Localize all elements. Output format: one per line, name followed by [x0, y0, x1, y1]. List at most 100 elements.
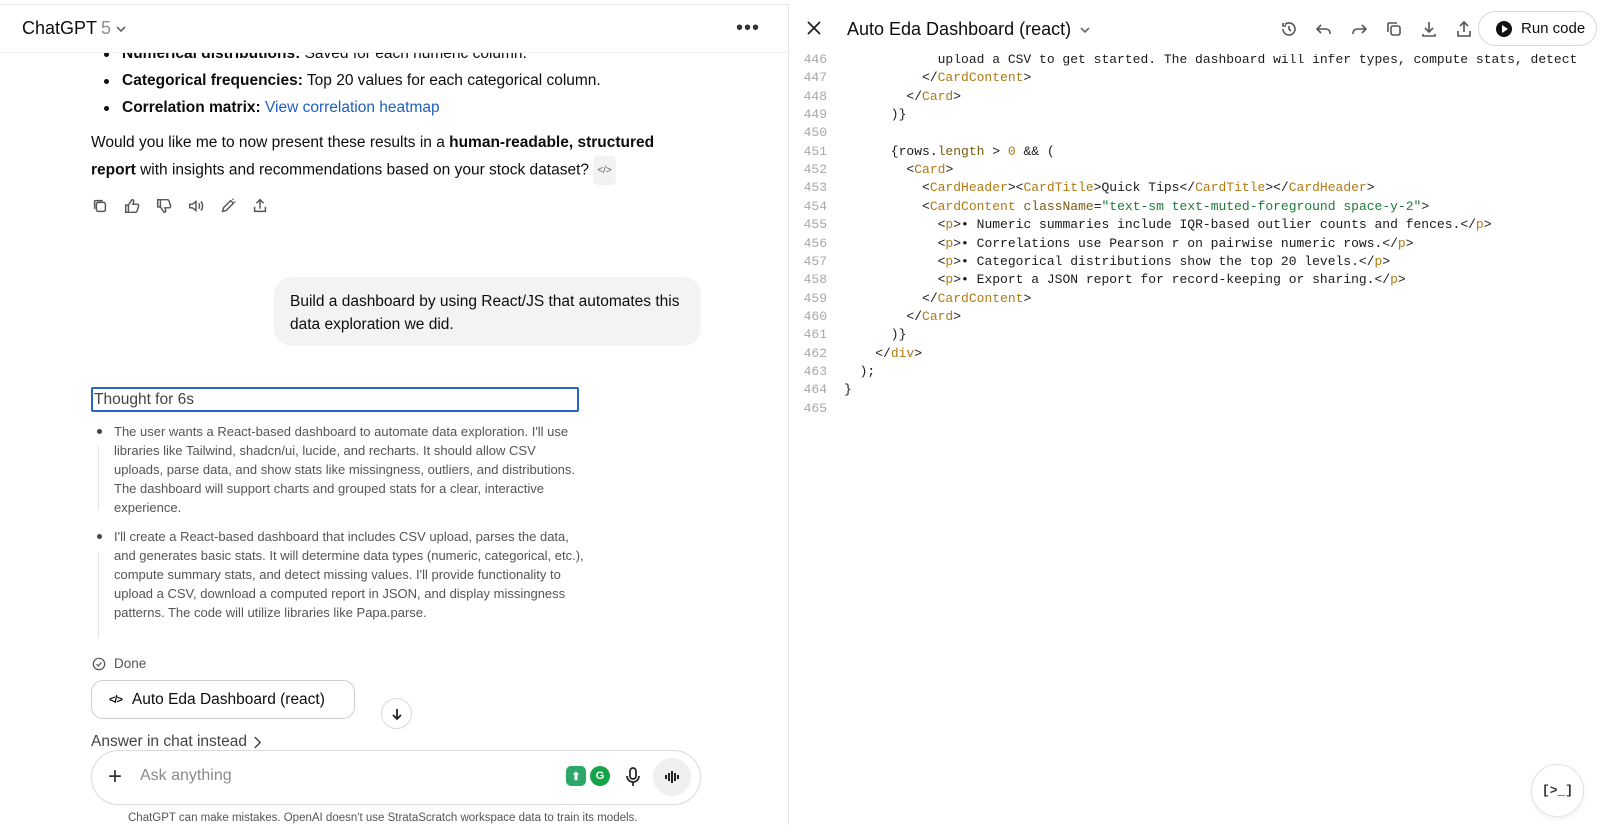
code-text: <p>• Categorical distributions show the …: [844, 253, 1391, 269]
scroll-to-bottom-button[interactable]: [381, 698, 412, 729]
chevron-down-icon: [116, 25, 126, 32]
model-version: 5: [101, 18, 112, 38]
model-name: ChatGPT: [22, 18, 98, 38]
done-status: Done: [92, 656, 146, 671]
line-number: 452: [803, 162, 827, 178]
play-icon: [1496, 20, 1512, 37]
model-switcher[interactable]: ChatGPT 5: [22, 18, 127, 39]
canvas-toolbar: [1278, 18, 1474, 39]
code-line[interactable]: 451 {rows.length > 0 && (: [789, 142, 1055, 161]
reasoning-rail: [98, 446, 99, 510]
code-line[interactable]: 463 );: [789, 362, 876, 381]
disclaimer-text: ChatGPT can make mistakes. OpenAI doesn'…: [128, 812, 638, 824]
code-line[interactable]: 460 </Card>: [789, 307, 961, 326]
code-line[interactable]: 459 </CardContent>: [789, 289, 1032, 308]
grammarly-icon[interactable]: G: [590, 766, 610, 786]
code-text: <p>• Export a JSON report for record-kee…: [844, 272, 1406, 288]
canvas-title[interactable]: Auto Eda Dashboard (react): [847, 19, 1091, 40]
code-line[interactable]: 454 <CardContent className="text-sm text…: [789, 197, 1430, 216]
thumbs-up-icon[interactable]: [122, 196, 142, 216]
chat-input[interactable]: [140, 767, 490, 785]
line-number: 449: [803, 107, 827, 123]
answer-in-chat-link[interactable]: Answer in chat instead: [91, 733, 262, 751]
copy-icon[interactable]: [90, 196, 110, 216]
code-line[interactable]: 453 <CardHeader><CardTitle>Quick Tips</C…: [789, 178, 1375, 197]
reasoning-step: I'll create a React-based dashboard that…: [97, 529, 584, 620]
code-chip[interactable]: </>: [593, 156, 616, 185]
list-item: Categorical frequencies: Top 20 values f…: [104, 70, 601, 92]
reasoning-rail: [98, 552, 99, 638]
canvas-header: Auto Eda Dashboard (react) Run code: [789, 4, 1600, 54]
thumbs-down-icon[interactable]: [154, 196, 174, 216]
correlation-heatmap-link[interactable]: View correlation heatmap: [265, 99, 440, 116]
canvas-pane: 446 upload a CSV to get started. The das…: [789, 4, 1600, 825]
microphone-icon[interactable]: [623, 766, 643, 793]
line-number: 456: [803, 235, 827, 251]
line-number: 454: [803, 198, 827, 214]
code-text: <p>• Correlations use Pearson r on pairw…: [844, 235, 1414, 251]
plus-icon[interactable]: +: [108, 765, 122, 789]
line-number: 465: [803, 400, 827, 416]
console-button[interactable]: [>_]: [1531, 764, 1584, 817]
code-text: <Card>: [844, 162, 954, 178]
code-text: </Card>: [844, 308, 962, 324]
share-icon[interactable]: [250, 196, 270, 216]
line-number: 458: [803, 272, 827, 288]
download-icon[interactable]: [1418, 18, 1439, 39]
code-text: </CardContent>: [844, 70, 1032, 86]
check-circle-icon: [92, 657, 106, 670]
code-text: );: [844, 363, 876, 379]
line-number: 464: [803, 382, 827, 398]
artifact-button[interactable]: </> Auto Eda Dashboard (react): [91, 680, 355, 719]
para-text: Would you like me to now present these r…: [91, 134, 450, 151]
voice-mode-button[interactable]: [653, 758, 691, 796]
line-number: 451: [803, 143, 827, 159]
code-line[interactable]: 452 <Card>: [789, 160, 954, 179]
share-icon[interactable]: [1453, 18, 1474, 39]
line-number: 460: [803, 308, 827, 324]
more-options-icon[interactable]: •••: [736, 17, 760, 40]
code-line[interactable]: 461 )}: [789, 325, 907, 344]
para-text: with insights and recommendations based …: [135, 161, 589, 179]
line-number: 448: [803, 88, 827, 104]
undo-icon[interactable]: [1313, 18, 1334, 39]
arrow-down-icon: [391, 708, 402, 720]
line-number: 459: [803, 290, 827, 306]
terminal-icon: [>_]: [1541, 783, 1574, 798]
code-icon: </>: [109, 693, 123, 706]
code-line[interactable]: 458 <p>• Export a JSON report for record…: [789, 270, 1406, 289]
code-line[interactable]: 457 <p>• Categorical distributions show …: [789, 252, 1391, 271]
code-text: <CardContent className="text-sm text-mut…: [844, 198, 1430, 214]
history-icon[interactable]: [1278, 18, 1299, 39]
code-text: <CardHeader><CardTitle>Quick Tips</CardT…: [844, 180, 1375, 196]
thought-toggle[interactable]: Thought for 6s: [91, 387, 579, 412]
line-number: 447: [803, 70, 827, 86]
code-line[interactable]: 448 </Card>: [789, 87, 961, 106]
extension-upload-icon[interactable]: ⬆: [566, 766, 586, 786]
reasoning-step: The user wants a React-based dashboard t…: [97, 422, 584, 517]
edit-icon[interactable]: [218, 196, 238, 216]
code-line[interactable]: 450: [789, 123, 827, 142]
close-icon[interactable]: [806, 20, 822, 41]
line-number: 461: [803, 327, 827, 343]
code-line[interactable]: 465: [789, 399, 827, 418]
code-line[interactable]: 447 </CardContent>: [789, 68, 1032, 87]
code-text: </div>: [844, 345, 923, 361]
redo-icon[interactable]: [1348, 18, 1369, 39]
copy-icon[interactable]: [1383, 18, 1404, 39]
code-line[interactable]: 456 <p>• Correlations use Pearson r on p…: [789, 234, 1414, 253]
composer: + ⬆ G: [91, 750, 701, 805]
list-item-label: Categorical frequencies:: [122, 72, 303, 89]
code-text: )}: [844, 327, 907, 343]
canvas-title-label: Auto Eda Dashboard (react): [847, 19, 1072, 39]
chevron-down-icon: [1080, 26, 1090, 33]
line-number: 453: [803, 180, 827, 196]
code-line[interactable]: 455 <p>• Numeric summaries include IQR-b…: [789, 215, 1492, 234]
code-line[interactable]: 449 )}: [789, 105, 907, 124]
run-code-button[interactable]: Run code: [1478, 11, 1597, 46]
code-line[interactable]: 464}: [789, 380, 852, 399]
read-aloud-icon[interactable]: [186, 196, 206, 216]
waveform-icon: [665, 771, 679, 783]
code-line[interactable]: 462 </div>: [789, 344, 922, 363]
code-text: <p>• Numeric summaries include IQR-based…: [844, 217, 1492, 233]
